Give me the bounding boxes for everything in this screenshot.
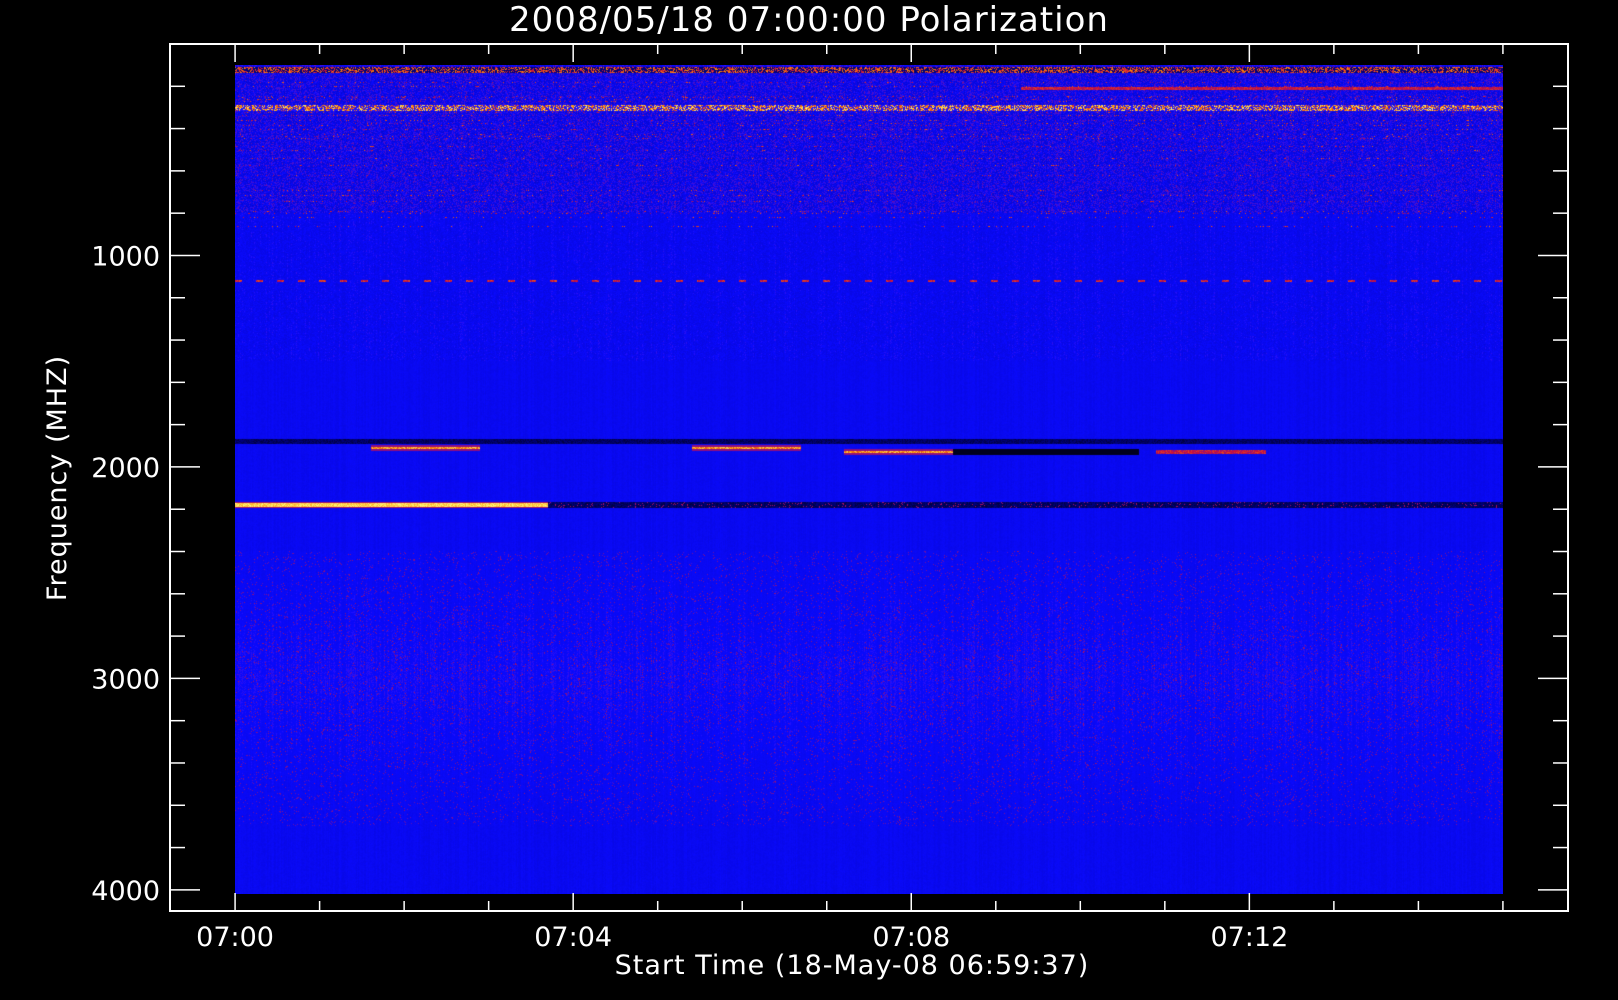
x-tick-label: 07:00: [196, 922, 274, 953]
x-axis-label: Start Time (18-May-08 06:59:37): [615, 950, 1090, 981]
y-tick-label: 3000: [91, 664, 160, 695]
x-tick-label: 07:12: [1210, 922, 1288, 953]
y-tick-label: 4000: [91, 876, 160, 907]
heatmap-image: [235, 65, 1503, 894]
spectrogram-heatmap: [235, 65, 1503, 894]
y-axis-label: Frequency (MHZ): [42, 355, 73, 601]
y-tick-label: 2000: [91, 453, 160, 484]
chart-title: 2008/05/18 07:00:00 Polarization: [509, 0, 1109, 40]
y-tick-label: 1000: [91, 241, 160, 272]
spectrogram-chart: 2008/05/18 07:00:00 Polarization 07:00 07…: [42, 0, 1569, 981]
x-tick-label: 07:04: [534, 922, 612, 953]
x-tick-label: 07:08: [872, 922, 950, 953]
